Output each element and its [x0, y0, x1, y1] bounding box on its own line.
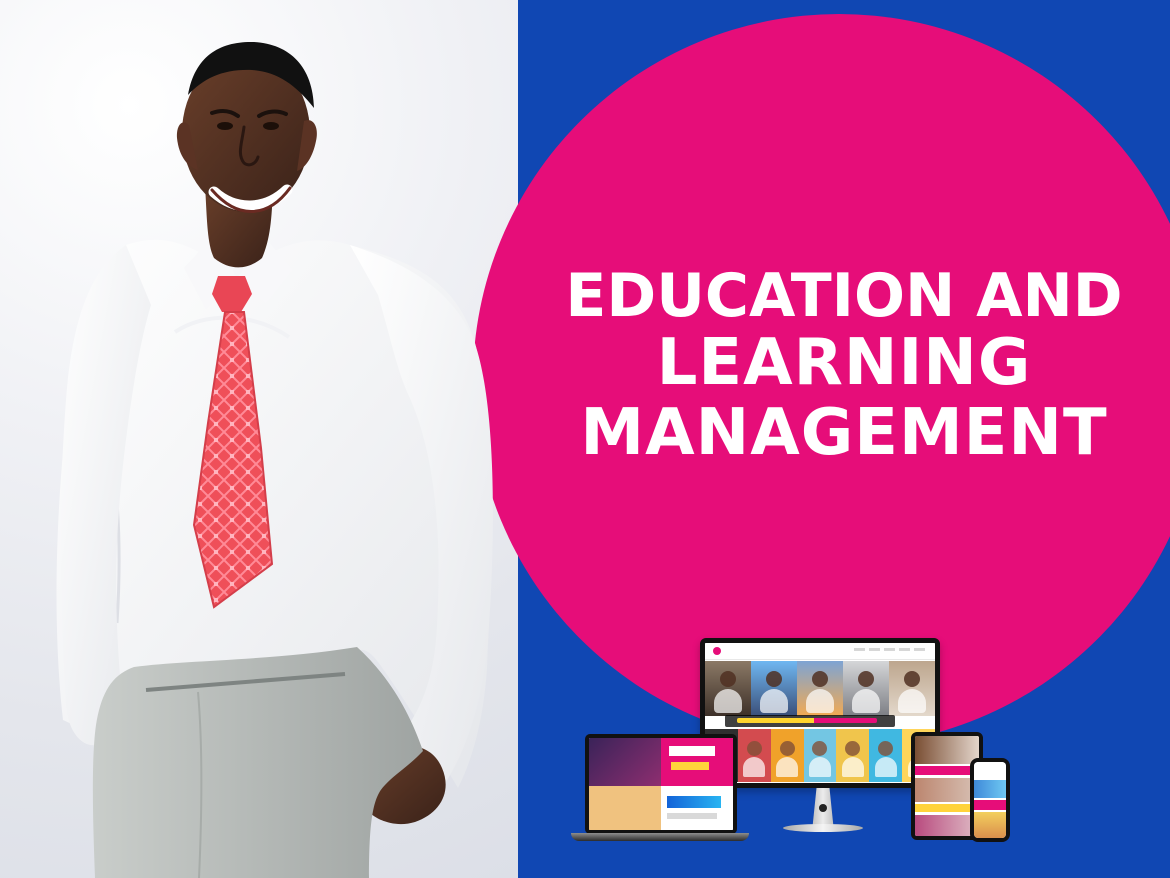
phone-section: [974, 800, 1006, 810]
photo-tile: [889, 661, 935, 716]
headline-line-1: EDUCATION AND: [565, 261, 1123, 331]
nav-bar: [884, 648, 895, 651]
phone-mockup: [970, 758, 1010, 842]
desktop-nav: [854, 648, 925, 651]
photo-tile: [797, 661, 843, 716]
laptop-bottom-panels: [589, 786, 733, 830]
man-portrait: [56, 41, 493, 878]
nav-bar: [854, 648, 865, 651]
trousers: [92, 647, 423, 878]
phone-section: [974, 762, 1006, 780]
laptop-top-panels: [589, 738, 733, 786]
desktop-photo-row: [705, 661, 935, 716]
portrait-panel: [0, 0, 518, 878]
laptop-screen: [589, 738, 733, 830]
phone-screen: [974, 762, 1006, 838]
site-logo-icon: [713, 647, 721, 655]
laptop-bottom-right-panel: [661, 786, 733, 830]
laptop-top-right-panel: [661, 738, 733, 786]
desktop-topbar: [705, 643, 935, 660]
photo-tile: [705, 661, 751, 716]
portrait-tile: [770, 729, 804, 782]
apple-logo-icon: [819, 804, 827, 812]
promo-canvas: EDUCATION AND LEARNING MANAGEMENT: [0, 0, 1170, 878]
photo-tile: [843, 661, 889, 716]
device-mockups: [565, 628, 1015, 858]
tablet-section: [915, 736, 979, 764]
laptop-top-left-panel: [589, 738, 661, 786]
portrait-tile: [737, 729, 771, 782]
laptop-mockup: [585, 734, 737, 834]
nav-bar: [899, 648, 910, 651]
phone-section: [974, 780, 1006, 798]
desktop-screen: [705, 643, 935, 783]
portrait-tile: [836, 729, 870, 782]
laptop-base: [571, 833, 749, 841]
headline-line-2: LEARNING: [656, 326, 1032, 401]
headline: EDUCATION AND LEARNING MANAGEMENT: [518, 261, 1170, 471]
desktop-banner: [725, 715, 895, 727]
phone-section: [974, 812, 1006, 838]
nav-bar: [869, 648, 880, 651]
neck-and-head: [176, 41, 317, 268]
monitor-base: [783, 824, 863, 832]
portrait-tile: [803, 729, 837, 782]
headline-line-3: MANAGEMENT: [580, 396, 1108, 471]
nav-bar: [914, 648, 925, 651]
laptop-bottom-left-panel: [589, 786, 661, 830]
portrait-tile: [869, 729, 903, 782]
photo-tile: [751, 661, 797, 716]
desktop-bottom-row: [705, 729, 935, 782]
